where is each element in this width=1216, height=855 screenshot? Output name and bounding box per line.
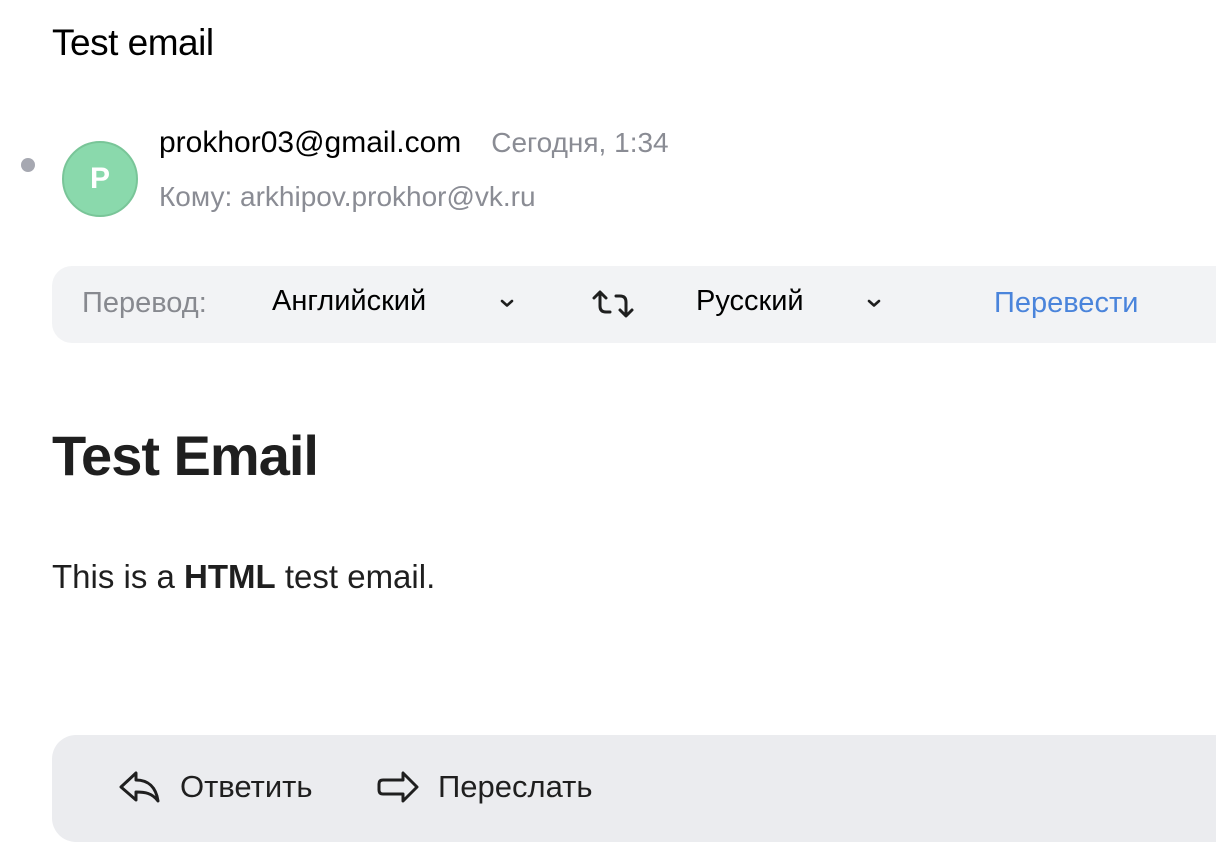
message-date: Сегодня, 1:34 xyxy=(491,127,669,158)
forward-icon xyxy=(377,771,419,803)
reply-button[interactable]: Ответить xyxy=(118,768,313,806)
email-view: Test email P prokhor03@gmail.com Сегодня… xyxy=(0,0,1216,855)
forward-button[interactable]: Переслать xyxy=(376,768,593,806)
message-actions-bar: Ответить Переслать xyxy=(52,735,1216,842)
chevron-down-icon[interactable] xyxy=(866,297,882,309)
unread-indicator[interactable] xyxy=(21,158,35,172)
translate-button[interactable]: Перевести xyxy=(994,287,1138,320)
avatar-letter: P xyxy=(89,162,110,195)
source-language-select[interactable]: Английский xyxy=(272,285,426,318)
reply-icon xyxy=(119,771,160,803)
target-language-select[interactable]: Русский xyxy=(696,285,804,318)
email-subject: Test email xyxy=(52,22,214,63)
sender-address[interactable]: prokhor03@gmail.com xyxy=(159,126,461,160)
body-text-start: This is a xyxy=(52,558,185,595)
chevron-down-icon[interactable] xyxy=(499,297,515,309)
reply-label: Ответить xyxy=(180,769,313,804)
swap-languages-icon[interactable] xyxy=(590,288,636,320)
translate-bar: Перевод: Английский Русский Перевести xyxy=(52,266,1216,343)
email-body-heading: Test Email xyxy=(52,424,319,487)
body-text-bold: HTML xyxy=(184,558,276,595)
sender-avatar[interactable]: P xyxy=(62,141,138,217)
recipient-line[interactable]: Кому: arkhipov.prokhor@vk.ru xyxy=(159,181,536,213)
translate-label: Перевод: xyxy=(82,287,207,319)
email-body-text: This is a HTML test email. xyxy=(52,558,435,596)
sender-line: prokhor03@gmail.com Сегодня, 1:34 xyxy=(159,126,669,160)
forward-label: Переслать xyxy=(438,769,593,804)
body-text-end: test email. xyxy=(275,558,436,595)
